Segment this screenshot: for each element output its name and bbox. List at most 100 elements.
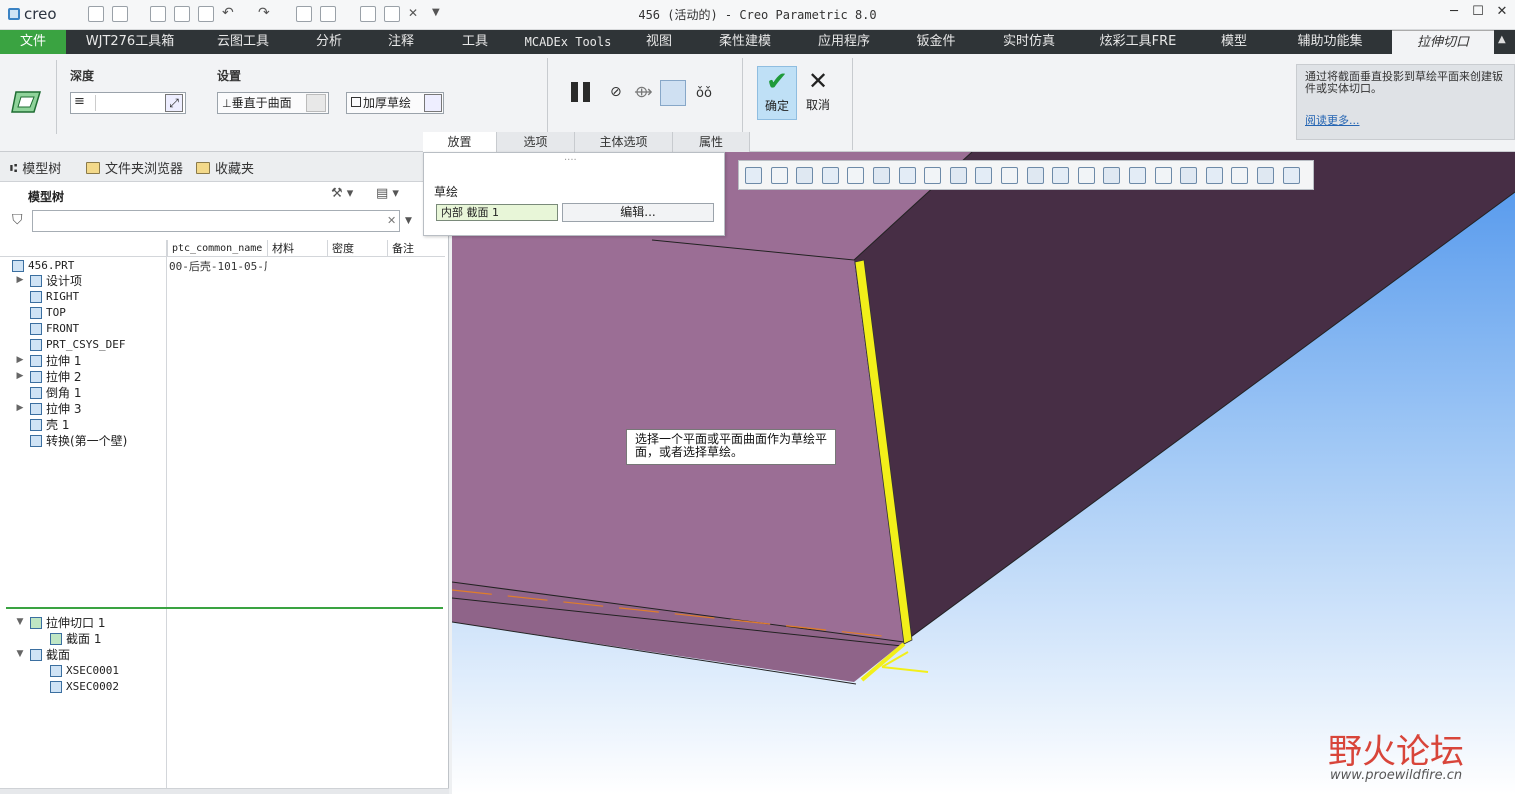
tree-item[interactable]: RIGHT	[30, 289, 79, 305]
tab-sheetmetal[interactable]: 钣金件	[902, 30, 970, 54]
zoom-out-icon[interactable]	[796, 167, 814, 184]
tab-flexible-modeling[interactable]: 柔性建模	[704, 30, 786, 54]
depth-type-icon[interactable]: ≡	[74, 94, 85, 109]
tab-analysis[interactable]: 分析	[300, 30, 358, 54]
tab-annotate[interactable]: 注释	[372, 30, 430, 54]
expand-icon[interactable]: ▼	[15, 649, 25, 659]
depth-value[interactable]	[95, 95, 163, 111]
tab-cloud-tools[interactable]: 云图工具	[200, 30, 286, 54]
tree-item-label: 拉伸 2	[46, 370, 82, 384]
sketch-collector[interactable]: 内部 截面 1	[436, 204, 558, 221]
tree-item[interactable]: 设计项	[30, 273, 82, 289]
tree-item-label: 拉伸 3	[46, 402, 82, 416]
glasses-preview-icon[interactable]: ǒǒ	[696, 86, 712, 101]
tree-item[interactable]: 拉伸 2	[30, 369, 81, 385]
pause-icon[interactable]	[570, 81, 594, 103]
extrude-icon	[30, 355, 42, 367]
tab-auxiliary[interactable]: 辅助功能集	[1282, 30, 1378, 54]
active-tree-item[interactable]: 截面 1	[50, 631, 101, 647]
tree-item[interactable]: 壳 1	[30, 417, 69, 433]
no-preview-icon[interactable]: ⊘	[610, 84, 622, 100]
tree-item[interactable]: 拉伸 3	[30, 401, 81, 417]
expand-icon[interactable]: ▼	[15, 617, 25, 627]
section-view-icon[interactable]	[975, 167, 993, 184]
ribbon-divider	[852, 58, 853, 150]
active-tree-item[interactable]: 截面	[30, 647, 70, 663]
expand-icon[interactable]: ▶	[15, 403, 25, 413]
tab-view[interactable]: 视图	[630, 30, 688, 54]
graphics-viewport[interactable]	[452, 152, 1515, 794]
tab-model[interactable]: 模型	[1202, 30, 1266, 54]
panel-grip-icon[interactable]: ····	[564, 155, 577, 166]
active-tree-item[interactable]: XSEC0002	[50, 679, 119, 695]
subtab-options[interactable]: 选项	[497, 132, 575, 152]
tag-display-icon[interactable]	[1129, 167, 1146, 184]
axis-display-icon[interactable]	[1077, 167, 1095, 184]
model-graphics[interactable]	[452, 152, 1515, 794]
sketch-label: 草绘	[434, 185, 459, 199]
tab-tools[interactable]: 工具	[446, 30, 504, 54]
appearance-icon[interactable]	[1205, 167, 1223, 184]
tab-color-tools[interactable]: 炫彩工具FRE	[1090, 30, 1186, 54]
hidden-line-icon[interactable]	[1231, 167, 1249, 184]
sketch-icon	[50, 633, 62, 645]
csys-display-icon[interactable]	[1103, 167, 1121, 184]
annotation-display-icon[interactable]	[1154, 167, 1172, 184]
point-display-icon[interactable]	[1026, 167, 1044, 184]
tab-wjt276-toolbox[interactable]: WJT276工具箱	[80, 30, 180, 54]
active-tree-item[interactable]: 拉伸切口 1	[30, 615, 105, 631]
expand-icon[interactable]: ▶	[15, 275, 25, 285]
expand-icon[interactable]: ▶	[15, 371, 25, 381]
tree-item[interactable]: 456.PRT	[12, 258, 74, 274]
spin-center-icon[interactable]	[949, 167, 967, 184]
tree-item[interactable]: 拉伸 1	[30, 353, 81, 369]
verify-icon[interactable]: ⟴	[634, 82, 653, 101]
subtab-placement[interactable]: 放置	[423, 132, 497, 152]
tab-applications[interactable]: 应用程序	[802, 30, 886, 54]
selection-prompt-tooltip: 选择一个平面或平面曲面作为草绘平面，或者选择草绘。	[626, 429, 836, 465]
normal-options-icon[interactable]	[306, 94, 326, 112]
edit-sketch-button[interactable]: 编辑...	[562, 203, 714, 222]
ok-button[interactable]: ✔ 确定	[757, 66, 797, 120]
render-icon[interactable]	[1180, 167, 1198, 184]
minimize-button[interactable]: ─	[1444, 4, 1464, 24]
close-button[interactable]: ✕	[1492, 4, 1512, 24]
regen-preview-icon[interactable]	[1282, 167, 1300, 184]
thicken-flip-icon[interactable]	[424, 94, 442, 112]
tab-mcadex-tools[interactable]: MCADEx Tools	[516, 30, 620, 54]
left-panel: ⑆ 模型树 文件夹浏览器 收藏夹 模型树 ⚒ ▾ ▤ ▾ ⛉ ✕ ▼ ptc_co…	[0, 152, 449, 794]
tree-item-label: XSEC0001	[66, 664, 119, 677]
cancel-button[interactable]: ✕ 取消	[800, 66, 836, 120]
insert-here-marker[interactable]	[6, 607, 443, 609]
tree-item[interactable]: 倒角 1	[30, 385, 81, 401]
ribbon-collapse-icon[interactable]: ▲	[1498, 34, 1506, 45]
plane-display-icon[interactable]	[1052, 167, 1070, 184]
tab-realtime-simulation[interactable]: 实时仿真	[986, 30, 1072, 54]
view-manager-icon[interactable]	[898, 167, 916, 184]
flip-depth-icon[interactable]: ⤢	[165, 94, 183, 112]
subtab-body-options[interactable]: 主体选项	[575, 132, 673, 152]
tree-item[interactable]: TOP	[30, 305, 66, 321]
tree-item[interactable]: FRONT	[30, 321, 79, 337]
pause-animation-icon[interactable]	[1257, 167, 1274, 184]
refit-icon[interactable]	[745, 167, 762, 184]
tree-item[interactable]: PRT_CSYS_DEF	[30, 337, 125, 353]
perspective-icon[interactable]	[924, 167, 942, 184]
saved-orientations-icon[interactable]	[873, 167, 890, 184]
horizontal-scrollbar[interactable]	[0, 788, 449, 794]
repaint-icon[interactable]	[821, 167, 839, 184]
active-tree-item[interactable]: XSEC0001	[50, 663, 119, 679]
read-more-link[interactable]: 阅读更多...	[1305, 115, 1506, 127]
datum-display-icon[interactable]	[1001, 167, 1018, 184]
depth-field[interactable]: ≡ ⤢	[70, 92, 186, 114]
ribbon-divider	[56, 60, 57, 134]
display-style-icon[interactable]	[847, 167, 865, 184]
tree-item[interactable]: 转换(第一个壁)	[30, 433, 127, 449]
expand-icon[interactable]: ▶	[15, 355, 25, 365]
maximize-button[interactable]: ☐	[1468, 4, 1488, 24]
tab-extrude-cut[interactable]: 拉伸切口	[1392, 30, 1494, 54]
zoom-in-icon[interactable]	[770, 167, 788, 184]
subtab-properties[interactable]: 属性	[673, 132, 750, 152]
tab-file[interactable]: 文件	[0, 30, 66, 54]
attached-preview-icon[interactable]	[660, 80, 686, 106]
